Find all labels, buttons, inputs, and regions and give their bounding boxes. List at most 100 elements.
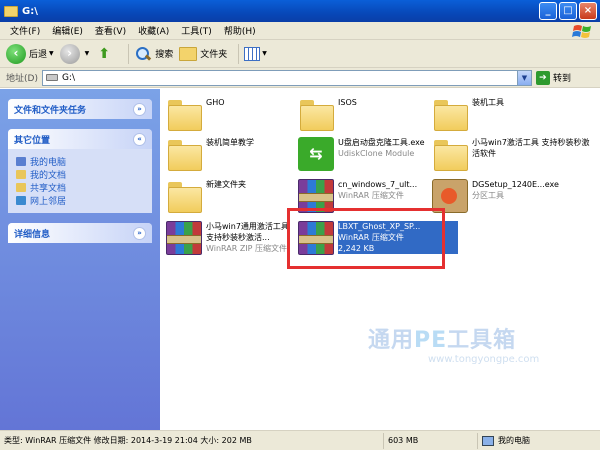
item-type: 分区工具 <box>472 191 504 200</box>
folder-icon <box>432 97 468 131</box>
chevron-down-icon: ▼ <box>49 50 54 57</box>
documents-folder-icon <box>16 170 26 179</box>
place-label: 我的电脑 <box>30 158 67 168</box>
watermark-url: www.tongyongpe.com <box>428 354 540 365</box>
watermark-part: 通用 <box>368 328 415 353</box>
item-text: DGSetup_1240E...exe 分区工具 <box>472 179 592 201</box>
zip-archive-icon <box>166 221 202 255</box>
item-name: cn_windows_7_ult... <box>338 180 418 189</box>
highlight-box <box>287 208 445 269</box>
computer-icon <box>16 157 26 166</box>
file-tasks-title: 文件和文件夹任务 <box>14 105 87 116</box>
menu-view[interactable]: 查看(V) <box>89 24 132 37</box>
window-title: G:\ <box>22 5 38 17</box>
watermark: 通用PE工具箱 www.tongyongpe.com <box>368 322 598 365</box>
search-button[interactable]: 搜索 <box>134 45 173 63</box>
window-controls: _ □ × <box>539 2 597 20</box>
menu-edit[interactable]: 编辑(E) <box>46 24 89 37</box>
chevron-up-icon[interactable]: « <box>133 132 146 146</box>
folder-icon <box>166 137 202 171</box>
menu-bar: 文件(F) 编辑(E) 查看(V) 收藏(A) 工具(T) 帮助(H) <box>0 22 600 40</box>
item-name: DGSetup_1240E...exe <box>472 180 559 189</box>
menu-tools[interactable]: 工具(T) <box>175 24 218 37</box>
place-label: 网上邻居 <box>30 197 67 207</box>
item-type: WinRAR ZIP 压缩文件 <box>206 244 288 253</box>
drive-icon <box>45 74 58 81</box>
chevron-down-icon: ▼ <box>84 50 90 57</box>
usb-icon: ⇆ <box>298 137 334 171</box>
status-location: 我的电脑 <box>478 433 600 449</box>
windows-logo-icon <box>572 25 591 38</box>
details-panel: 详细信息 » <box>8 223 152 243</box>
status-location-label: 我的电脑 <box>498 436 530 445</box>
minimize-button[interactable]: _ <box>539 2 557 20</box>
status-info: 类型: WinRAR 压缩文件 修改日期: 2014-3-19 21:04 大小… <box>0 432 384 449</box>
list-item[interactable]: DGSetup_1240E...exe 分区工具 <box>432 179 592 213</box>
folder-icon <box>166 97 202 131</box>
maximize-button[interactable]: □ <box>559 2 577 20</box>
back-button[interactable]: ‹ 后退 ▼ <box>6 43 54 64</box>
item-text: 小马win7通用激活工具 支持秒装秒激活... WinRAR ZIP 压缩文件 <box>206 221 292 254</box>
search-icon <box>134 45 152 63</box>
item-type: WinRAR 压缩文件 <box>338 191 404 200</box>
address-bar: 地址(D) G:\ ▼ ➔ 转到 <box>0 68 600 88</box>
folder-icon <box>298 97 334 131</box>
item-name: U盘启动盘克隆工具.exe <box>338 138 425 147</box>
other-places-header[interactable]: 其它位置 « <box>8 129 152 149</box>
chevron-down-icon[interactable]: » <box>133 226 146 240</box>
go-label: 转到 <box>552 74 571 84</box>
address-dropdown-button[interactable]: ▼ <box>516 70 531 85</box>
chevron-down-icon[interactable]: » <box>133 102 146 116</box>
address-label: 地址(D) <box>6 74 38 84</box>
place-shared-documents[interactable]: 共享文档 <box>16 181 144 194</box>
task-pane: 文件和文件夹任务 » 其它位置 « 我的电脑 我的文档 共享文档 网上邻居 详细… <box>0 89 160 430</box>
address-input[interactable]: G:\ ▼ <box>41 69 532 86</box>
file-view[interactable]: GHO ISOS 装机工具 装机简单教学 ⇆ U盘启动盘克隆工具.exe Udi… <box>160 89 600 430</box>
search-label: 搜索 <box>155 50 174 60</box>
item-name: 小马win7通用激活工具 支持秒装秒激活... <box>206 222 289 242</box>
details-header[interactable]: 详细信息 » <box>8 223 152 243</box>
back-label: 后退 <box>29 50 48 60</box>
other-places-panel: 其它位置 « 我的电脑 我的文档 共享文档 网上邻居 <box>8 129 152 213</box>
go-button[interactable]: ➔ 转到 <box>535 70 571 85</box>
list-item[interactable]: 小马win7激活工具 支持秒装秒激活软件 <box>432 137 592 171</box>
folder-up-icon: ⬆ <box>98 45 111 62</box>
folder-icon <box>4 5 18 17</box>
watermark-part: 工具箱 <box>447 328 517 353</box>
forward-arrow-icon: › <box>59 43 80 64</box>
details-title: 详细信息 <box>14 229 51 240</box>
folders-button[interactable]: 文件夹 <box>179 46 228 61</box>
folders-icon <box>179 46 198 61</box>
forward-button[interactable]: › ▼ <box>59 43 90 64</box>
network-icon <box>16 196 26 205</box>
place-label: 我的文档 <box>30 171 67 181</box>
menu-file[interactable]: 文件(F) <box>4 24 46 37</box>
go-arrow-icon: ➔ <box>535 70 550 85</box>
item-name: 小马win7激活工具 支持秒装秒激活软件 <box>472 138 590 158</box>
place-network[interactable]: 网上邻居 <box>16 194 144 207</box>
close-button[interactable]: × <box>579 2 597 20</box>
toolbar-separator <box>238 43 240 64</box>
file-tasks-header[interactable]: 文件和文件夹任务 » <box>8 99 152 119</box>
list-item[interactable]: 装机工具 <box>432 97 582 131</box>
toolbar: ‹ 后退 ▼ › ▼ ⬆ 搜索 文件夹 ▼ <box>0 40 600 68</box>
status-size: 603 MB <box>384 432 478 449</box>
item-name: 装机工具 <box>472 98 504 107</box>
file-tasks-panel: 文件和文件夹任务 » <box>8 99 152 119</box>
place-my-computer[interactable]: 我的电脑 <box>16 155 144 168</box>
chevron-down-icon: ▼ <box>262 50 267 57</box>
folder-icon <box>432 137 468 171</box>
folders-label: 文件夹 <box>200 50 228 60</box>
up-button[interactable]: ⬆ <box>95 45 117 63</box>
menu-favorites[interactable]: 收藏(A) <box>132 24 175 37</box>
views-button[interactable]: ▼ <box>244 46 267 61</box>
other-places-body: 我的电脑 我的文档 共享文档 网上邻居 <box>8 149 152 213</box>
title-bar[interactable]: G:\ _ □ × <box>0 0 600 22</box>
place-label: 共享文档 <box>30 184 67 194</box>
list-item[interactable]: 小马win7通用激活工具 支持秒装秒激活... WinRAR ZIP 压缩文件 <box>166 221 292 255</box>
place-my-documents[interactable]: 我的文档 <box>16 168 144 181</box>
item-type: UdiskClone Module <box>338 149 415 158</box>
menu-help[interactable]: 帮助(H) <box>218 24 262 37</box>
other-places-title: 其它位置 <box>14 135 51 146</box>
computer-icon <box>482 435 494 446</box>
